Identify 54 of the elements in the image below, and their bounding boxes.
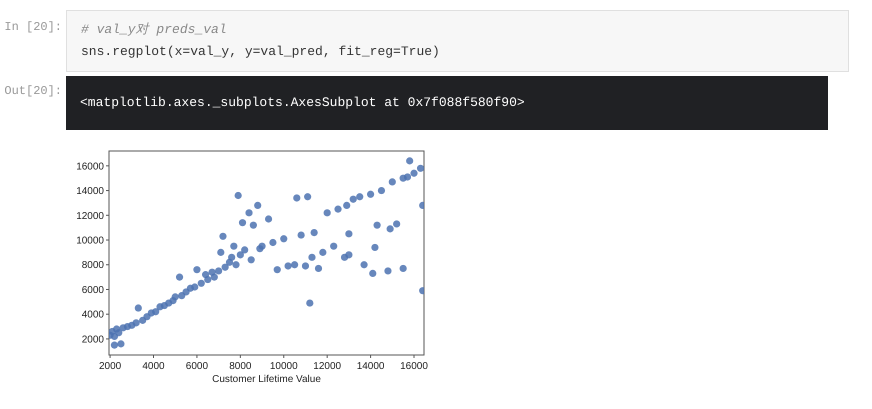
output-prompt: Out[20]: bbox=[4, 84, 62, 98]
data-point bbox=[234, 192, 242, 200]
data-point bbox=[274, 266, 281, 274]
data-point bbox=[280, 235, 288, 242]
data-point bbox=[374, 222, 381, 229]
tick-label: 2000 bbox=[98, 361, 122, 372]
tick-label: 14000 bbox=[356, 361, 384, 372]
code-cell[interactable]: # val_y对 preds_val sns.regplot(x=val_y, y=val_pred, fit_reg=True) bbox=[66, 10, 849, 72]
data-point bbox=[330, 242, 338, 250]
data-point bbox=[250, 222, 257, 229]
tick-label: 4000 bbox=[142, 361, 165, 372]
data-point bbox=[176, 274, 184, 281]
code-comment: # val_y对 preds_val bbox=[81, 21, 228, 39]
tick-label: 14000 bbox=[76, 186, 104, 198]
data-point bbox=[238, 219, 246, 226]
data-point bbox=[319, 248, 326, 256]
data-point bbox=[371, 244, 379, 252]
data-point bbox=[293, 194, 300, 202]
tick-label: 4000 bbox=[82, 310, 104, 321]
data-point bbox=[248, 256, 255, 264]
data-point bbox=[400, 264, 407, 272]
code-line: sns.regplot(x=val_y, y=val_pred, fit_reg=True) bbox=[81, 43, 441, 61]
data-point bbox=[384, 267, 392, 275]
data-point bbox=[269, 238, 276, 246]
data-point bbox=[345, 230, 352, 238]
input-prompt: In [20]: bbox=[4, 20, 62, 34]
tick-label: 10000 bbox=[76, 236, 104, 247]
data-point bbox=[298, 231, 305, 239]
tick-label: 6000 bbox=[82, 284, 104, 296]
tick-label: 6000 bbox=[186, 361, 208, 372]
data-point bbox=[219, 232, 227, 240]
data-point bbox=[378, 186, 386, 194]
axis-label: Customer Lifetime Value bbox=[212, 374, 321, 385]
tick-label: 8000 bbox=[82, 260, 104, 272]
tick-label: 10000 bbox=[270, 361, 298, 372]
data-point bbox=[306, 299, 314, 307]
tick-label: 12000 bbox=[76, 210, 104, 222]
data-point bbox=[406, 157, 414, 164]
tick-label: 16000 bbox=[400, 361, 428, 372]
tick-label: 16000 bbox=[76, 161, 104, 172]
data-point bbox=[324, 209, 331, 216]
data-point bbox=[419, 202, 424, 209]
tick-label: 2000 bbox=[82, 334, 104, 346]
data-point bbox=[304, 193, 312, 200]
data-point bbox=[388, 178, 396, 186]
data-point bbox=[310, 229, 318, 236]
data-point bbox=[367, 190, 374, 198]
data-point bbox=[314, 264, 322, 272]
output-text: <matplotlib.axes._subplots.AxesSubplot at 0x7f088f580f90> bbox=[80, 94, 525, 112]
data-point bbox=[264, 215, 272, 223]
tick-label: 12000 bbox=[313, 361, 342, 372]
data-point bbox=[217, 248, 224, 256]
tick-label: 8000 bbox=[229, 361, 252, 372]
data-point bbox=[419, 287, 424, 294]
